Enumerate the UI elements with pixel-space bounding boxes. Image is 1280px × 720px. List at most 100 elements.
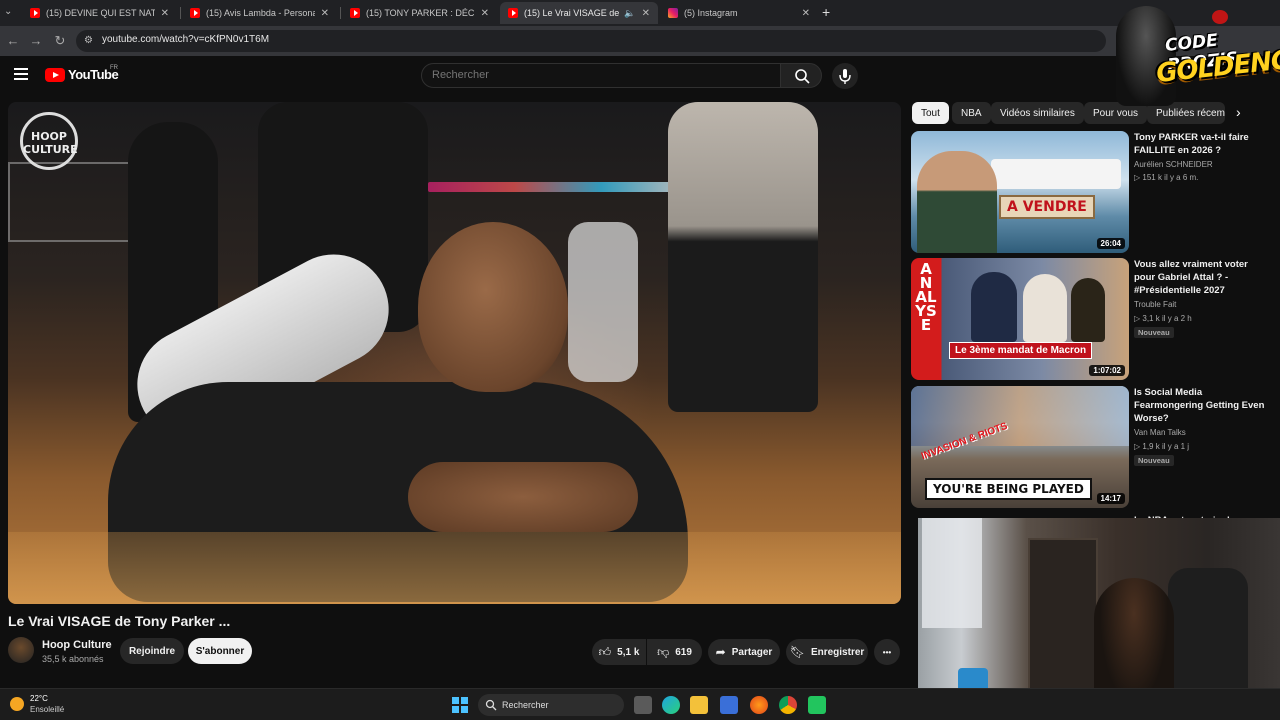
browser-tab[interactable]: (15) Avis Lambda - Persona 5 R ✕ (182, 2, 337, 24)
thumb-caption: Le 3ème mandat de Macron (949, 342, 1093, 359)
chrome-icon[interactable] (779, 696, 797, 714)
dislike-button[interactable]: 👎︎ 619 (647, 639, 702, 665)
person-shape (971, 272, 1017, 342)
bookmark-icon: 🔖︎ (789, 645, 805, 659)
back-arrow-icon[interactable]: ← (4, 32, 22, 50)
collage-shape (911, 386, 1129, 446)
store-icon[interactable] (720, 696, 738, 714)
subscribe-button[interactable]: S'abonner (188, 638, 252, 664)
video-title: Le Vrai VISAGE de Tony Parker ... (8, 613, 231, 629)
region-code: FR (110, 65, 118, 71)
close-icon[interactable]: ✕ (481, 8, 489, 19)
taskbar-search[interactable]: Rechercher (478, 694, 624, 716)
temperature: 22°C (30, 694, 48, 703)
thumb-side-label: ANALYSE (915, 260, 937, 334)
tab-divider (180, 7, 181, 19)
file-explorer-icon[interactable] (690, 696, 708, 714)
more-actions-button[interactable]: ••• (874, 639, 900, 665)
like-button[interactable]: 👍︎ 5,1 k (592, 639, 646, 665)
channel-watermark: HOOP CULTURE (20, 112, 78, 170)
search-input[interactable] (432, 69, 762, 81)
forward-arrow-icon[interactable]: → (27, 32, 45, 50)
chevron-right-icon[interactable]: › (1236, 104, 1241, 120)
rec-channel[interactable]: Trouble Fait (1134, 300, 1176, 309)
share-label: Partager (731, 646, 773, 658)
rec-title[interactable]: Tony PARKER va-t-il faire FAILLITE en 20… (1134, 131, 1269, 157)
hamburger-menu-icon[interactable] (14, 68, 28, 80)
new-tab-button[interactable]: + (822, 4, 830, 20)
recommendation-item[interactable]: INVASION & RIOTS YOU'RE BEING PLAYED 14:… (911, 386, 1271, 508)
recommendation-item[interactable]: ANALYSE Le 3ème mandat de Macron 1:07:02… (911, 258, 1271, 380)
speaker-icon[interactable]: 🔈 (624, 8, 635, 19)
search-icon (485, 699, 497, 711)
chip-nba[interactable]: NBA (952, 102, 991, 124)
browser-tab[interactable]: (15) DEVINE QUI EST NATTY ? # ✕ (22, 2, 177, 24)
youtube-favicon-icon (190, 8, 200, 18)
video-thumbnail[interactable]: A VENDRE 26:04 (911, 131, 1129, 253)
channel-avatar[interactable] (8, 637, 34, 663)
firefox-icon[interactable] (750, 696, 768, 714)
voice-search-button[interactable] (832, 63, 858, 89)
duration-badge: 26:04 (1096, 238, 1125, 249)
url-text: youtube.com/watch?v=cKfPN0v1T6M (102, 34, 270, 45)
browser-tab[interactable]: (5) Instagram ✕ (660, 2, 818, 24)
youtube-logo[interactable]: YouTube FR (45, 65, 119, 82)
tab-title: (15) Le Vrai VISAGE de Tony (524, 8, 620, 18)
video-player[interactable]: HOOP CULTURE (8, 102, 901, 604)
url-bar[interactable]: ⚙ youtube.com/watch?v=cKfPN0v1T6M (76, 30, 1106, 52)
more-icon: ••• (882, 647, 892, 657)
browser-tab[interactable]: (15) TONY PARKER : DÉCÈS DE ✕ (342, 2, 497, 24)
save-button[interactable]: 🔖︎ Enregistrer (786, 639, 868, 665)
tab-search-icon[interactable]: ⌄ (4, 6, 12, 17)
subject-head (418, 222, 568, 392)
dislike-count: 619 (675, 646, 692, 658)
arena-led-board (428, 182, 688, 192)
subscribe-label: S'abonner (195, 645, 245, 657)
join-button[interactable]: Rejoindre (120, 638, 184, 664)
new-badge: Nouveau (1134, 327, 1174, 338)
close-icon[interactable]: ✕ (161, 8, 169, 19)
browser-tab-active[interactable]: (15) Le Vrai VISAGE de Tony 🔈 ✕ (500, 2, 658, 24)
thumbs-up-icon: 👍︎ (598, 644, 612, 659)
browser-tab-strip: (15) DEVINE QUI EST NATTY ? # ✕ (15) Avi… (0, 0, 1280, 26)
rec-title[interactable]: Is Social Media Fearmongering Getting Ev… (1134, 386, 1269, 425)
app-icon[interactable] (808, 696, 826, 714)
taskbar-search-label: Rechercher (502, 700, 549, 710)
rec-channel[interactable]: Van Man Talks (1134, 428, 1186, 437)
player-silhouette (668, 102, 818, 412)
task-view-icon[interactable] (634, 696, 652, 714)
search-icon (795, 69, 810, 84)
video-thumbnail[interactable]: ANALYSE Le 3ème mandat de Macron 1:07:02 (911, 258, 1129, 380)
search-box[interactable] (421, 63, 781, 88)
basketball-backboard (8, 162, 138, 242)
channel-name[interactable]: Hoop Culture (42, 639, 112, 651)
thumb-sign: A VENDRE (999, 195, 1095, 219)
close-icon[interactable]: ✕ (642, 8, 650, 19)
site-settings-icon[interactable]: ⚙ (84, 35, 96, 47)
edge-browser-icon[interactable] (662, 696, 680, 714)
rec-title[interactable]: Vous allez vraiment voter pour Gabriel A… (1134, 258, 1269, 297)
reload-icon[interactable]: ↻ (51, 32, 69, 50)
search-button[interactable] (780, 63, 822, 88)
duration-badge: 14:17 (1096, 493, 1125, 504)
player-silhouette (568, 222, 638, 382)
duration-badge: 1:07:02 (1089, 365, 1125, 376)
rec-meta: ▷ 151 k il y a 6 m. (1134, 173, 1199, 182)
subscriber-count: 35,5 k abonnés (42, 654, 104, 664)
recommendation-item[interactable]: A VENDRE 26:04 Tony PARKER va-t-il faire… (911, 131, 1271, 253)
tab-title: (15) Avis Lambda - Persona 5 R (206, 8, 315, 18)
windows-start-icon[interactable] (452, 697, 468, 713)
rec-channel[interactable]: Aurélien SCHNEIDER (1134, 160, 1213, 169)
close-icon[interactable]: ✕ (802, 8, 810, 19)
rec-meta: ▷ 3,1 k il y a 2 h (1134, 314, 1192, 323)
chip-tout[interactable]: Tout (912, 102, 949, 124)
video-thumbnail[interactable]: INVASION & RIOTS YOU'RE BEING PLAYED 14:… (911, 386, 1129, 508)
tab-title: (15) DEVINE QUI EST NATTY ? # (46, 8, 155, 18)
sun-icon[interactable] (10, 697, 24, 711)
share-button[interactable]: ➦ Partager (708, 639, 780, 665)
weather-description: Ensoleillé (30, 705, 65, 714)
person-shape (1023, 274, 1067, 342)
close-icon[interactable]: ✕ (321, 8, 329, 19)
tab-title: (5) Instagram (684, 8, 738, 18)
chip-similar[interactable]: Vidéos similaires (991, 102, 1084, 124)
